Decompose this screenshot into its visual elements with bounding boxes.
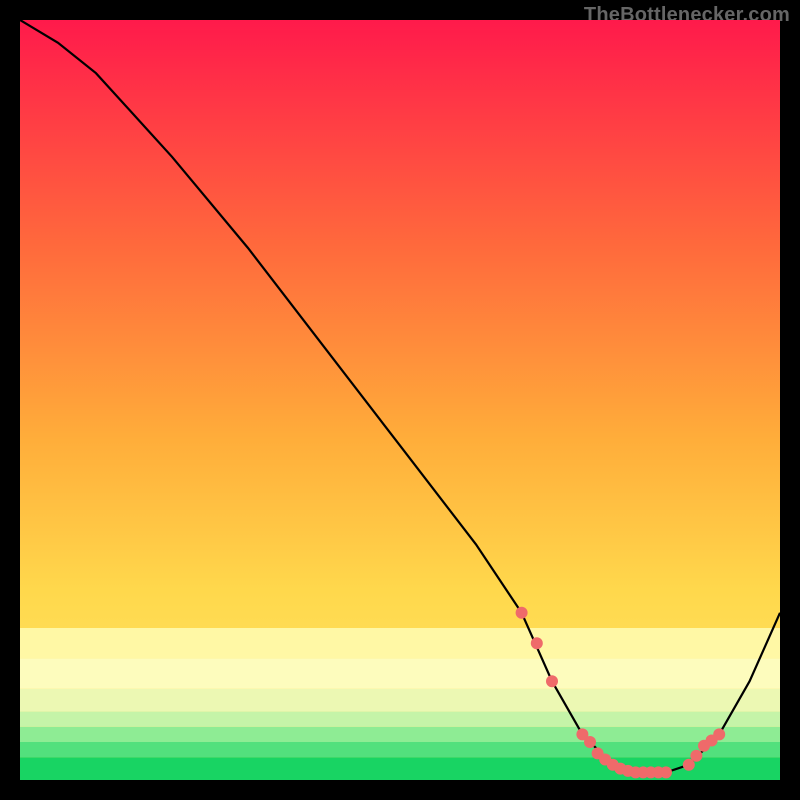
marker-dot [531,637,543,649]
band [20,658,780,688]
marker-dot [546,675,558,687]
marker-dot [713,728,725,740]
green-band-group [20,628,780,780]
heat-curve-plot [20,20,780,780]
marker-dot [584,736,596,748]
chart-frame: TheBottlenecker.com [0,0,800,800]
marker-dot [660,766,672,778]
band [20,727,780,742]
marker-dot [516,607,528,619]
band [20,689,780,712]
band [20,628,780,658]
marker-dot [690,750,702,762]
band [20,712,780,727]
band [20,742,780,757]
